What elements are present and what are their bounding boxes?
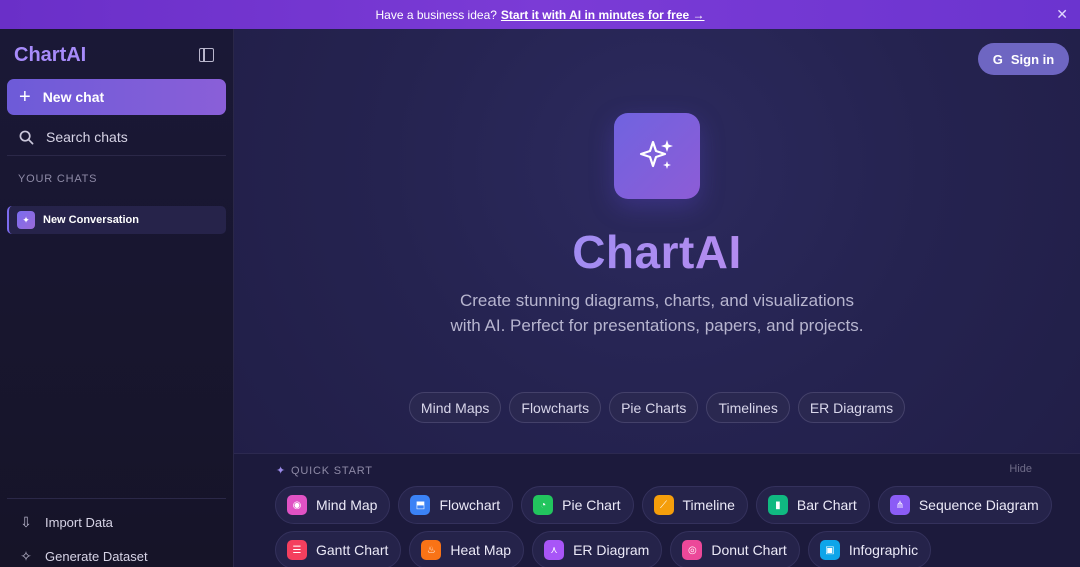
quick-start-row-1: ◉ Mind Map ⬒ Flowchart ◔ Pie Chart ⟋ Tim… — [275, 486, 1052, 524]
sign-in-button[interactable]: G Sign in — [978, 43, 1069, 75]
flowchart-icon: ⬒ — [410, 495, 431, 515]
mind-map-icon: ◉ — [287, 495, 307, 515]
new-chat-button[interactable]: + New chat — [7, 79, 226, 115]
plus-icon: + — [19, 86, 31, 108]
sparkles-icon — [614, 113, 700, 199]
quick-start-panel: ✦ QUICK START Hide ◉ Mind Map ⬒ Flowchart… — [234, 453, 1080, 567]
conversation-label: New Conversation — [43, 214, 139, 226]
quick-heat-map-button[interactable]: ♨ Heat Map — [409, 531, 525, 567]
quick-start-row-2: ☰ Gantt Chart ♨ Heat Map ⋏ ER Diagram ◎ … — [275, 531, 932, 567]
your-chats-heading: YOUR CHATS — [18, 173, 98, 185]
search-chats-button[interactable]: Search chats — [7, 121, 226, 153]
quick-infographic-button[interactable]: ▣ Infographic — [807, 531, 932, 567]
donut-chart-icon: ◎ — [682, 540, 703, 560]
quick-label: ER Diagram — [573, 542, 650, 558]
quick-label: Heat Map — [450, 542, 512, 558]
conversation-item[interactable]: ✦ New Conversation — [7, 206, 226, 234]
quick-gantt-chart-button[interactable]: ☰ Gantt Chart — [275, 531, 402, 567]
quick-pie-chart-button[interactable]: ◔ Pie Chart — [521, 486, 634, 524]
er-diagram-icon: ⋏ — [544, 540, 565, 560]
sparkle-icon: ✦ — [17, 211, 35, 229]
sign-in-label: Sign in — [1010, 51, 1055, 67]
toggle-sidebar-icon[interactable] — [199, 48, 214, 62]
import-data-button[interactable]: ⇩ Import Data — [7, 508, 226, 536]
tag-er-diagrams[interactable]: ER Diagrams — [797, 392, 906, 423]
timeline-icon: ⟋ — [653, 495, 674, 515]
hide-button[interactable]: Hide — [1009, 463, 1032, 475]
banner-link[interactable]: Start it with AI in minutes for free → — [501, 8, 705, 22]
quick-label: Timeline — [682, 497, 735, 513]
generate-dataset-label: Generate Dataset — [45, 548, 148, 564]
tag-pie-charts[interactable]: Pie Charts — [609, 392, 699, 423]
quick-label: Sequence Diagram — [918, 497, 1039, 513]
heat-map-icon: ♨ — [421, 540, 442, 560]
search-chats-label: Search chats — [46, 129, 128, 145]
quick-mind-map-button[interactable]: ◉ Mind Map — [275, 486, 391, 524]
close-icon[interactable]: ✕ — [1056, 6, 1068, 23]
quick-label: Pie Chart — [562, 497, 621, 513]
brand-logo[interactable]: ChartAI — [14, 44, 86, 67]
sparkle-icon: ✧ — [20, 547, 32, 564]
tag-timelines[interactable]: Timelines — [706, 392, 790, 423]
sparkle-icon: ✦ — [276, 465, 287, 477]
import-data-label: Import Data — [45, 514, 113, 530]
feature-tags: Mind Maps Flowcharts Pie Charts Timeline… — [234, 392, 1080, 423]
search-icon — [19, 130, 34, 144]
import-icon: ⇩ — [20, 513, 32, 530]
quick-timeline-button[interactable]: ⟋ Timeline — [641, 486, 748, 524]
quick-label: Bar Chart — [796, 497, 857, 513]
tag-mind-maps[interactable]: Mind Maps — [408, 392, 502, 423]
banner-text: Have a business idea? — [375, 7, 497, 22]
quick-er-diagram-button[interactable]: ⋏ ER Diagram — [532, 531, 663, 567]
quick-bar-chart-button[interactable]: ▮ Bar Chart — [755, 486, 870, 524]
promo-banner: Have a business idea? Start it with AI i… — [0, 0, 1080, 29]
generate-dataset-button[interactable]: ✧ Generate Dataset — [7, 542, 226, 567]
quick-label: Infographic — [848, 542, 919, 558]
quick-start-heading: ✦ QUICK START — [276, 464, 373, 477]
sequence-diagram-icon: ⋔ — [889, 495, 910, 515]
quick-start-label: QUICK START — [291, 465, 373, 477]
quick-sequence-diagram-button[interactable]: ⋔ Sequence Diagram — [877, 486, 1052, 524]
pie-chart-icon: ◔ — [533, 495, 554, 515]
bar-chart-icon: ▮ — [767, 495, 788, 515]
tag-flowcharts[interactable]: Flowcharts — [509, 392, 602, 423]
new-chat-label: New chat — [42, 89, 105, 105]
quick-label: Mind Map — [316, 497, 378, 513]
quick-label: Donut Chart — [711, 542, 787, 558]
hero-subtitle: Create stunning diagrams, charts, and vi… — [450, 291, 864, 335]
infographic-icon: ▣ — [819, 540, 840, 560]
divider — [7, 155, 226, 156]
quick-label: Gantt Chart — [316, 542, 389, 558]
quick-label: Flowchart — [439, 497, 501, 513]
gantt-chart-icon: ☰ — [287, 540, 307, 560]
quick-donut-chart-button[interactable]: ◎ Donut Chart — [670, 531, 800, 567]
google-icon: G — [992, 51, 1003, 67]
divider — [7, 498, 226, 499]
hero-title: ChartAI — [234, 225, 1080, 279]
quick-flowchart-button[interactable]: ⬒ Flowchart — [398, 486, 514, 524]
sidebar: ChartAI + New chat Search chats YOUR CHA… — [0, 29, 234, 567]
